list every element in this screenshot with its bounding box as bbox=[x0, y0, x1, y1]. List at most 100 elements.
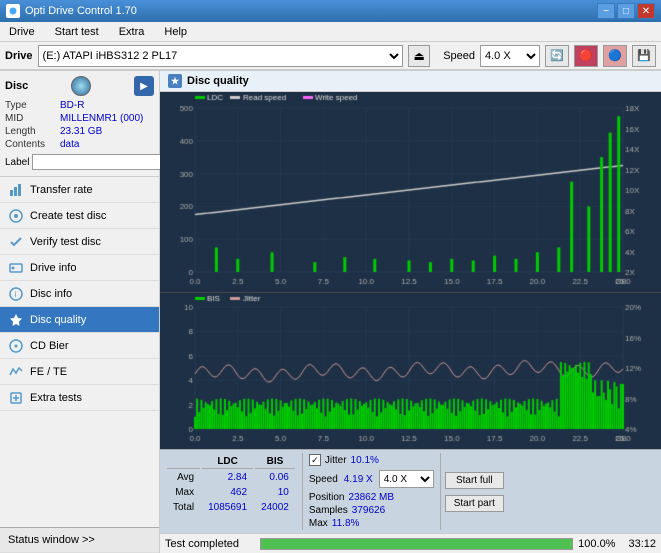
drivebar: Drive (E:) ATAPI iHBS312 2 PL17 ⏏ Speed … bbox=[0, 42, 661, 71]
jitter-checkbox[interactable]: ✓ bbox=[309, 454, 321, 466]
position-row: Position 23862 MB bbox=[309, 492, 434, 503]
menu-drive[interactable]: Drive bbox=[4, 24, 40, 40]
sidebar-item-label: Transfer rate bbox=[30, 184, 93, 196]
minimize-button[interactable]: − bbox=[597, 3, 615, 19]
disc-info-panel: Disc ▶ Type BD-R MID MILLENMR1 (000) Len… bbox=[0, 71, 159, 177]
refresh-button[interactable]: 🔄 bbox=[545, 45, 569, 67]
mid-value: MILLENMR1 (000) bbox=[60, 113, 154, 124]
max-bis: 10 bbox=[255, 486, 295, 499]
start-part-button[interactable]: Start part bbox=[445, 495, 504, 512]
sidebar-item-label: Extra tests bbox=[30, 392, 82, 404]
sidebar-item-fe-te[interactable]: FE / TE bbox=[0, 359, 159, 385]
type-value: BD-R bbox=[60, 100, 154, 111]
pos-sample-area: Position 23862 MB Samples 379626 Max 11.… bbox=[309, 492, 434, 529]
speed-stat-val: 4.19 X bbox=[344, 474, 373, 485]
start-full-button[interactable]: Start full bbox=[445, 472, 504, 489]
sidebar-item-extra-tests[interactable]: Extra tests bbox=[0, 385, 159, 411]
fe-te-icon bbox=[8, 364, 24, 380]
jitter-label: Jitter bbox=[325, 455, 347, 466]
progress-percent: 100.0% bbox=[578, 538, 615, 550]
speed-label: Speed bbox=[443, 50, 475, 62]
sidebar-item-label: CD Bier bbox=[30, 340, 69, 352]
close-button[interactable]: ✕ bbox=[637, 3, 655, 19]
main-layout: Disc ▶ Type BD-R MID MILLENMR1 (000) Len… bbox=[0, 71, 661, 553]
action-buttons: Start full Start part bbox=[441, 450, 508, 533]
drive-label: Drive bbox=[5, 50, 33, 62]
total-bis: 24002 bbox=[255, 501, 295, 514]
progress-bar bbox=[260, 538, 573, 550]
maximize-button[interactable]: □ bbox=[617, 3, 635, 19]
nav-menu: Transfer rate Create test disc Verify te… bbox=[0, 177, 159, 411]
extra-icon bbox=[8, 390, 24, 406]
sidebar-item-disc-info[interactable]: i Disc info bbox=[0, 281, 159, 307]
max-ldc: 462 bbox=[202, 486, 253, 499]
contents-value: data bbox=[60, 139, 154, 150]
disc-load-button[interactable]: ▶ bbox=[134, 76, 154, 96]
speed-stat-label: Speed bbox=[309, 474, 338, 485]
sidebar-item-drive-info[interactable]: Drive info bbox=[0, 255, 159, 281]
status-window-label: Status window >> bbox=[8, 534, 95, 546]
type-label: Type bbox=[5, 100, 60, 111]
settings-button1[interactable]: 🔴 bbox=[574, 45, 598, 67]
samples-label: Samples bbox=[309, 505, 348, 516]
menu-start-test[interactable]: Start test bbox=[50, 24, 104, 40]
disc-quality-icon bbox=[8, 312, 24, 328]
disc-panel-title: Disc bbox=[5, 80, 28, 92]
top-chart bbox=[160, 92, 661, 293]
panel-icon: ★ bbox=[168, 74, 182, 88]
samples-val: 379626 bbox=[352, 505, 385, 516]
titlebar-left: Opti Drive Control 1.70 bbox=[6, 4, 137, 18]
sidebar-item-verify-test-disc[interactable]: Verify test disc bbox=[0, 229, 159, 255]
total-label: Total bbox=[167, 501, 200, 514]
bis-header: BIS bbox=[255, 455, 295, 469]
total-ldc: 1085691 bbox=[202, 501, 253, 514]
label-field-label: Label bbox=[5, 157, 29, 168]
bottom-chart-canvas bbox=[160, 293, 661, 449]
status-window-button[interactable]: Status window >> bbox=[0, 527, 159, 553]
avg-bis: 0.06 bbox=[255, 471, 295, 484]
length-value: 23.31 GB bbox=[60, 126, 154, 137]
svg-text:i: i bbox=[15, 290, 17, 299]
sidebar-item-label: Verify test disc bbox=[30, 236, 101, 248]
menu-help[interactable]: Help bbox=[159, 24, 192, 40]
statusbar: Test completed 100.0% 33:12 bbox=[160, 533, 661, 553]
titlebar: Opti Drive Control 1.70 − □ ✕ bbox=[0, 0, 661, 22]
sidebar-item-label: Create test disc bbox=[30, 210, 106, 222]
menu-extra[interactable]: Extra bbox=[114, 24, 150, 40]
eject-button[interactable]: ⏏ bbox=[408, 45, 430, 67]
avg-label: Avg bbox=[167, 471, 200, 484]
sidebar-spacer bbox=[0, 411, 159, 527]
contents-label: Contents bbox=[5, 139, 60, 150]
panel-title: Disc quality bbox=[187, 75, 249, 87]
speed-row: Speed 4.19 X 4.0 X bbox=[309, 470, 434, 488]
content-area: ★ Disc quality LDC BIS bbox=[160, 71, 661, 553]
sidebar-item-label: Disc quality bbox=[30, 314, 86, 326]
speed-stat-select[interactable]: 4.0 X bbox=[379, 470, 434, 488]
drive-select[interactable]: (E:) ATAPI iHBS312 2 PL17 bbox=[38, 45, 404, 67]
avg-ldc: 2.84 bbox=[202, 471, 253, 484]
jitter-row: ✓ Jitter 10.1% bbox=[309, 454, 434, 466]
sidebar: Disc ▶ Type BD-R MID MILLENMR1 (000) Len… bbox=[0, 71, 160, 553]
cd-icon bbox=[8, 338, 24, 354]
speed-select[interactable]: 4.0 X bbox=[480, 45, 540, 67]
disc-info-icon: i bbox=[8, 286, 24, 302]
sidebar-item-cd-bier[interactable]: CD Bier bbox=[0, 333, 159, 359]
right-controls: ✓ Jitter 10.1% Speed 4.19 X 4.0 X Positi… bbox=[303, 450, 440, 533]
jitter-avg: 10.1% bbox=[351, 455, 379, 466]
sidebar-item-label: FE / TE bbox=[30, 366, 67, 378]
ldc-header: LDC bbox=[202, 455, 253, 469]
settings-button2[interactable]: 🔵 bbox=[603, 45, 627, 67]
bottom-chart bbox=[160, 293, 661, 449]
sidebar-item-transfer-rate[interactable]: Transfer rate bbox=[0, 177, 159, 203]
sidebar-item-label: Disc info bbox=[30, 288, 72, 300]
disc-create-icon bbox=[8, 208, 24, 224]
time-display: 33:12 bbox=[628, 538, 656, 550]
label-input[interactable] bbox=[32, 154, 166, 170]
menubar: Drive Start test Extra Help bbox=[0, 22, 661, 42]
save-button[interactable]: 💾 bbox=[632, 45, 656, 67]
check-icon bbox=[8, 234, 24, 250]
chart-icon bbox=[8, 182, 24, 198]
sidebar-item-disc-quality[interactable]: Disc quality bbox=[0, 307, 159, 333]
position-label: Position bbox=[309, 492, 345, 503]
sidebar-item-create-test-disc[interactable]: Create test disc bbox=[0, 203, 159, 229]
